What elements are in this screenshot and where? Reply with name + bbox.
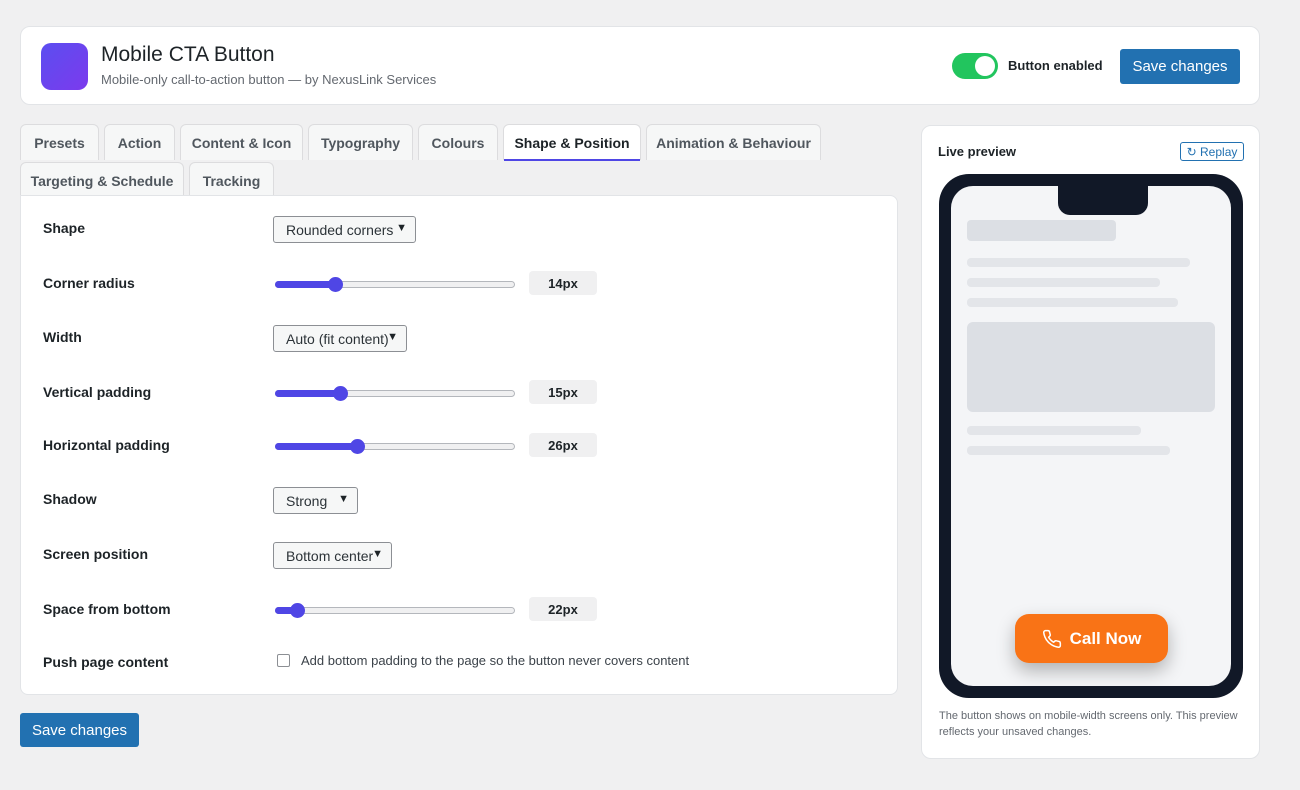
vertical-padding-label: Vertical padding (43, 384, 152, 400)
app-logo (41, 43, 88, 90)
live-preview-title: Live preview (938, 144, 1017, 159)
tab-tracking[interactable]: Tracking (189, 162, 274, 198)
shadow-select[interactable]: Strong ▼ (273, 487, 358, 514)
skeleton-line (967, 258, 1190, 267)
phone-notch (1058, 186, 1148, 215)
vertical-padding-value: 15px (529, 380, 597, 404)
corner-radius-slider[interactable] (275, 277, 515, 292)
tab-animation-behaviour[interactable]: Animation & Behaviour (646, 124, 821, 160)
skeleton-line (967, 298, 1178, 307)
push-content-label: Push page content (43, 654, 169, 670)
space-from-bottom-slider[interactable] (275, 603, 515, 618)
settings-panel: Shape Rounded corners ▼ Corner radius 14… (20, 195, 898, 695)
phone-screen: Call Now (951, 186, 1231, 686)
preview-note: The button shows on mobile-width screens… (939, 710, 1238, 738)
shape-label: Shape (43, 220, 86, 236)
slider-thumb[interactable] (332, 386, 348, 401)
tab-content-icon[interactable]: Content & Icon (180, 124, 303, 160)
corner-radius-label: Corner radius (43, 275, 135, 291)
replay-button[interactable]: ↻ Replay (1180, 142, 1244, 161)
cta-label: Call Now (1069, 628, 1142, 648)
enable-toggle[interactable] (952, 53, 998, 79)
horizontal-padding-value: 26px (529, 433, 597, 457)
chevron-down-icon: ▼ (387, 331, 398, 343)
tab-presets[interactable]: Presets (20, 124, 99, 160)
toggle-label: Button enabled (1008, 58, 1103, 73)
chevron-down-icon: ▼ (372, 548, 383, 560)
shape-select[interactable]: Rounded corners ▼ (273, 216, 416, 243)
skeleton-image (967, 322, 1215, 412)
shape-select-value: Rounded corners (286, 221, 394, 238)
skeleton-line (967, 446, 1170, 455)
header-card: Mobile CTA Button Mobile-only call-to-ac… (20, 26, 1260, 105)
vertical-padding-slider[interactable] (275, 386, 515, 401)
slider-thumb[interactable] (349, 439, 365, 454)
phone-icon (1042, 629, 1061, 648)
corner-radius-value: 14px (529, 271, 597, 295)
slider-fill (275, 281, 335, 288)
cta-preview-button[interactable]: Call Now (1015, 614, 1168, 663)
horizontal-padding-slider[interactable] (275, 439, 515, 454)
toggle-knob (975, 56, 995, 76)
width-select-value: Auto (fit content) (286, 330, 389, 347)
save-button-top[interactable]: Save changes (1120, 49, 1240, 84)
skeleton-line (967, 278, 1160, 287)
tab-shape-position[interactable]: Shape & Position (503, 124, 641, 161)
tab-typography[interactable]: Typography (308, 124, 413, 160)
chevron-down-icon: ▼ (338, 493, 349, 505)
phone-mockup: Call Now (939, 174, 1243, 698)
horizontal-padding-label: Horizontal padding (43, 437, 170, 453)
space-from-bottom-value: 22px (529, 597, 597, 621)
slider-thumb[interactable] (328, 277, 343, 292)
screen-position-label: Screen position (43, 546, 149, 562)
width-select[interactable]: Auto (fit content) ▼ (273, 325, 407, 352)
tab-targeting-schedule[interactable]: Targeting & Schedule (20, 162, 184, 198)
save-button-bottom[interactable]: Save changes (20, 713, 139, 747)
shadow-select-value: Strong (286, 492, 328, 509)
app-subtitle: Mobile-only call-to-action button — by N… (101, 72, 437, 87)
skeleton-heading (967, 220, 1116, 241)
slider-fill (275, 443, 357, 450)
space-from-bottom-label: Space from bottom (43, 601, 171, 617)
shadow-label: Shadow (43, 491, 97, 507)
live-preview-card: Live preview ↻ Replay Call Now The butto… (921, 125, 1260, 759)
width-label: Width (43, 329, 82, 345)
slider-fill (275, 390, 340, 397)
tab-colours[interactable]: Colours (418, 124, 498, 160)
skeleton-line (967, 426, 1141, 435)
app-title: Mobile CTA Button (101, 43, 275, 66)
push-content-checkbox[interactable] (277, 654, 290, 667)
chevron-down-icon: ▼ (396, 222, 407, 234)
screen-position-select[interactable]: Bottom center ▼ (273, 542, 392, 569)
slider-track (275, 607, 515, 614)
screen-position-select-value: Bottom center (286, 547, 374, 564)
tab-action[interactable]: Action (104, 124, 175, 160)
push-content-checkbox-label[interactable]: Add bottom padding to the page so the bu… (301, 653, 689, 668)
slider-thumb[interactable] (289, 603, 305, 618)
